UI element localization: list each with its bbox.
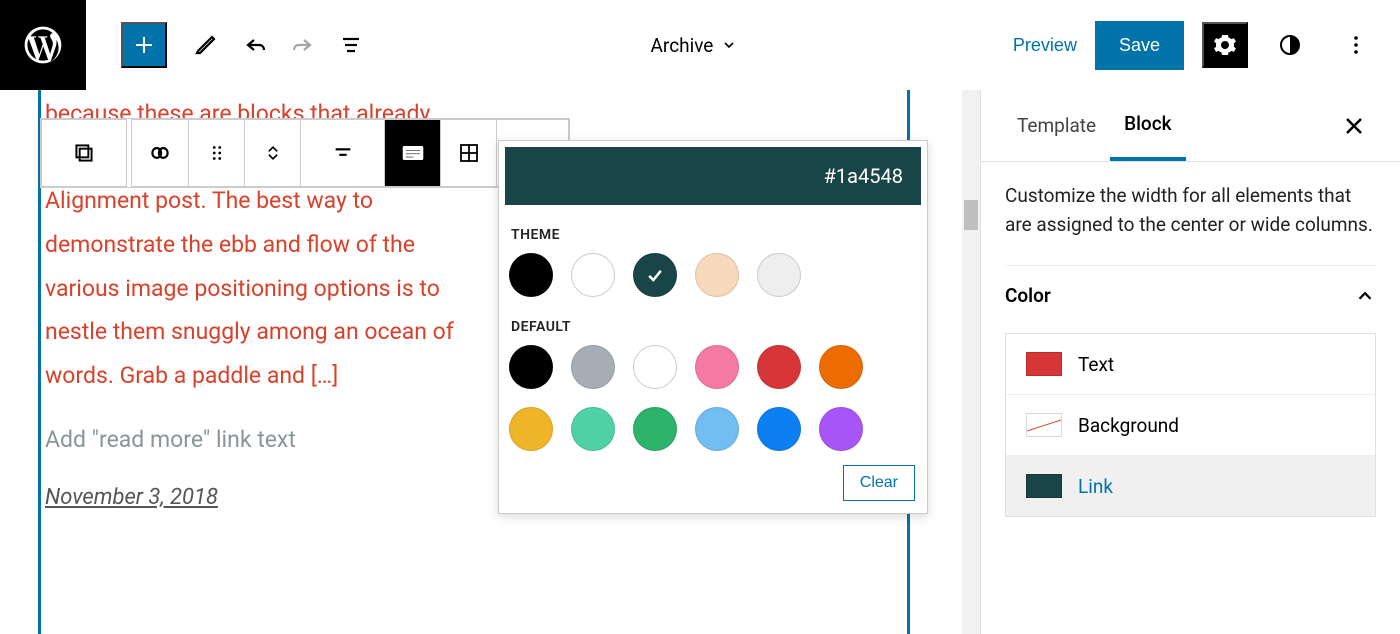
document-title-dropdown[interactable]: Archive [651, 34, 738, 57]
default-swatch[interactable] [571, 345, 615, 389]
theme-swatch[interactable] [757, 253, 801, 297]
default-swatch[interactable] [571, 407, 615, 451]
theme-swatch[interactable] [509, 253, 553, 297]
color-row-background[interactable]: Background [1006, 395, 1375, 456]
color-row-text[interactable]: Text [1006, 334, 1375, 395]
default-swatch[interactable] [819, 345, 863, 389]
color-popover: #1a4548 THEME DEFAULT Clear [498, 140, 928, 514]
default-swatch[interactable] [695, 407, 739, 451]
default-swatch[interactable] [819, 407, 863, 451]
tab-block[interactable]: Block [1110, 90, 1185, 161]
clear-color-button[interactable]: Clear [843, 465, 915, 501]
editor-scrollbar[interactable] [962, 90, 980, 634]
styles-button[interactable] [1266, 21, 1314, 69]
wordpress-logo[interactable] [0, 0, 86, 90]
hex-value: #1a4548 [824, 164, 903, 188]
options-button[interactable] [1332, 21, 1380, 69]
preview-button[interactable]: Preview [1013, 35, 1077, 56]
color-row-background-label: Background [1078, 414, 1179, 437]
link-color-chip [1026, 474, 1062, 498]
close-sidebar-button[interactable] [1330, 102, 1378, 150]
settings-button[interactable] [1202, 22, 1248, 68]
hex-display[interactable]: #1a4548 [505, 147, 921, 205]
theme-swatch[interactable] [571, 253, 615, 297]
save-button[interactable]: Save [1095, 21, 1184, 70]
redo-button[interactable] [279, 21, 327, 69]
align-button[interactable] [300, 120, 384, 186]
color-row-text-label: Text [1078, 353, 1114, 376]
block-description: Customize the width for all elements tha… [981, 162, 1400, 265]
default-swatch[interactable] [509, 407, 553, 451]
undo-button[interactable] [231, 21, 279, 69]
color-row-link-label: Link [1078, 475, 1113, 498]
default-label: DEFAULT [499, 297, 927, 345]
drag-handle[interactable] [188, 120, 244, 186]
tab-template[interactable]: Template [1003, 92, 1110, 159]
color-section-title: Color [1005, 284, 1051, 307]
theme-swatch[interactable] [633, 253, 677, 297]
add-block-button[interactable] [121, 22, 167, 68]
grid-button[interactable] [440, 120, 496, 186]
default-swatch[interactable] [509, 345, 553, 389]
default-swatch[interactable] [757, 407, 801, 451]
block-type-button[interactable] [41, 119, 127, 187]
document-overview-button[interactable] [327, 21, 375, 69]
theme-label: THEME [499, 205, 927, 253]
background-color-chip [1026, 413, 1062, 437]
color-row-link[interactable]: Link [1006, 456, 1375, 516]
link-button[interactable] [132, 120, 188, 186]
move-up-down-button[interactable] [244, 120, 300, 186]
default-swatch[interactable] [695, 345, 739, 389]
document-title: Archive [651, 34, 714, 57]
color-section-toggle[interactable]: Color [1005, 265, 1376, 325]
default-swatch[interactable] [633, 345, 677, 389]
post-excerpt-block-button[interactable] [384, 120, 440, 186]
default-swatch[interactable] [757, 345, 801, 389]
theme-swatch[interactable] [695, 253, 739, 297]
default-swatch[interactable] [633, 407, 677, 451]
edit-tool-button[interactable] [183, 21, 231, 69]
text-color-chip [1026, 352, 1062, 376]
